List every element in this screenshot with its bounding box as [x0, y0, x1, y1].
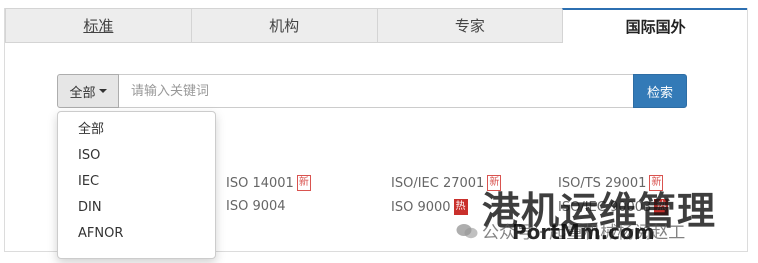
- standard-code: ISO/IEC 27001: [391, 175, 485, 191]
- new-badge: 新: [487, 175, 502, 191]
- tab-organizations[interactable]: 机构: [190, 8, 377, 43]
- scope-dropdown-menu: 全部 ISO IEC DIN AFNOR: [57, 111, 216, 259]
- tab-standards-label: 标准: [83, 17, 114, 35]
- hot-standard-item[interactable]: ISO 14001 新: [226, 175, 311, 191]
- search-button-label: 检索: [646, 85, 673, 101]
- standard-code: ISO 9004: [226, 199, 286, 214]
- dropdown-item-iso[interactable]: ISO: [58, 143, 215, 169]
- tab-organizations-label: 机构: [269, 17, 300, 35]
- dropdown-item-din[interactable]: DIN: [58, 195, 215, 221]
- standard-code: ISO 14001: [226, 175, 294, 191]
- standard-code: ISO 9000: [391, 199, 451, 215]
- hot-standard-item[interactable]: ISO/IEC 90003 热: [558, 199, 669, 215]
- hot-standard-item[interactable]: ISO/IEC 27001 新: [391, 175, 502, 191]
- tab-experts-label: 专家: [454, 17, 485, 35]
- standard-code: ISO/IEC 90003: [558, 199, 652, 215]
- search-input[interactable]: [119, 74, 633, 108]
- new-badge: 新: [296, 175, 311, 191]
- scope-label: 全部: [69, 85, 96, 101]
- dropdown-item-all[interactable]: 全部: [58, 117, 215, 143]
- tab-experts[interactable]: 专家: [376, 8, 563, 43]
- dropdown-item-afnor[interactable]: AFNOR: [58, 221, 215, 247]
- search-bar: 全部 检索: [57, 74, 687, 108]
- tab-international[interactable]: 国际国外: [562, 8, 747, 43]
- dropdown-item-iec[interactable]: IEC: [58, 169, 215, 195]
- hot-badge: 热: [654, 199, 669, 215]
- category-tabs: 标准 机构 专家 国际国外: [5, 8, 747, 43]
- standard-code: ISO/TS 29001: [558, 175, 647, 191]
- tab-international-label: 国际国外: [625, 18, 686, 36]
- hot-standard-item[interactable]: ISO/TS 29001 新: [558, 175, 664, 191]
- hot-standard-item[interactable]: ISO 9000 热: [391, 199, 468, 215]
- tab-standards[interactable]: 标准: [5, 8, 191, 43]
- hot-badge: 热: [453, 199, 468, 215]
- caret-down-icon: [98, 89, 107, 93]
- hot-standard-item[interactable]: ISO 9004: [226, 199, 286, 214]
- new-badge: 新: [649, 175, 664, 191]
- search-button[interactable]: 检索: [633, 74, 687, 108]
- scope-dropdown-button[interactable]: 全部: [57, 74, 119, 108]
